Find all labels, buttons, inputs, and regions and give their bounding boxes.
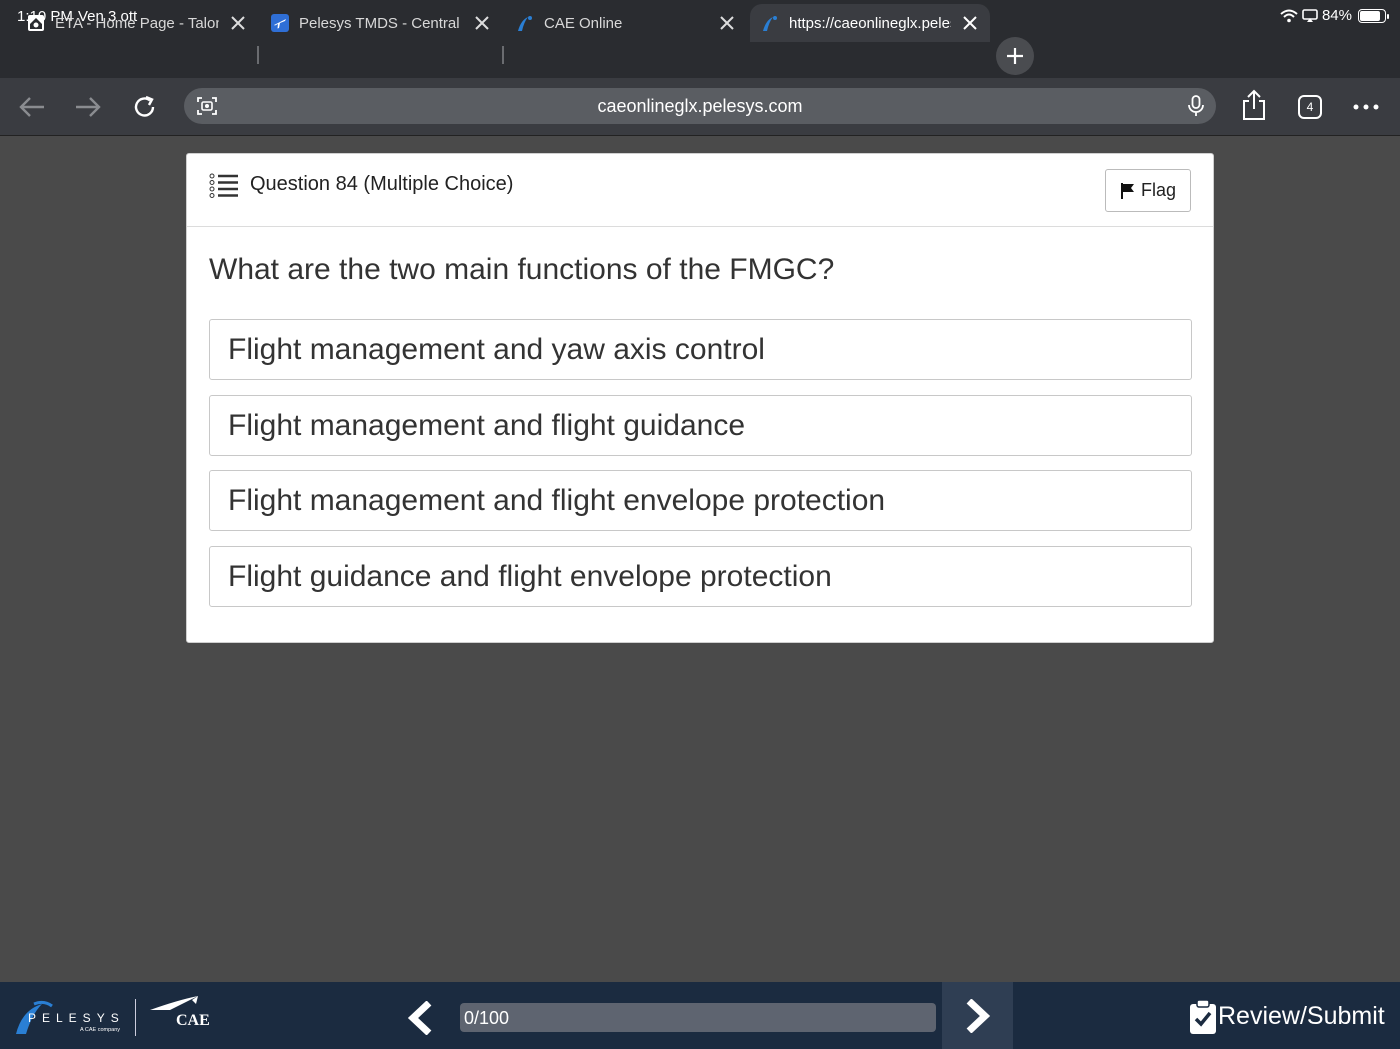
status-indicators: 84% <box>1280 7 1389 24</box>
close-tab-icon[interactable] <box>960 13 980 33</box>
wifi-icon <box>1280 9 1298 22</box>
reload-button[interactable] <box>130 92 160 122</box>
screen-mirroring-icon <box>1302 8 1318 22</box>
review-submit-label: Review/Submit <box>1218 1002 1385 1030</box>
close-tab-icon[interactable] <box>228 13 248 33</box>
browser-tab-pelesys-tmds[interactable]: Pelesys TMDS - Central <box>270 4 492 42</box>
close-tab-icon[interactable] <box>717 13 737 33</box>
browser-toolbar: caeonlineglx.pelesys.com <box>0 78 1400 136</box>
battery-percent: 84% <box>1321 7 1352 24</box>
close-tab-icon[interactable] <box>472 13 492 33</box>
flag-label: Flag <box>1140 180 1176 200</box>
more-dots-icon <box>1353 104 1379 110</box>
progress-bar: 0/100 <box>460 1003 936 1032</box>
brand-divider <box>135 999 136 1036</box>
exam-footer: PELESYS A CAE company CAE 0/100 Review/S… <box>0 982 1400 1049</box>
browser-tab-cae-online[interactable]: CAE Online <box>515 4 737 42</box>
pelesys-wordmark: PELESYS <box>28 1011 125 1025</box>
more-options-button[interactable] <box>1351 92 1381 122</box>
tab-separator <box>257 46 259 64</box>
airplane-icon <box>270 13 290 33</box>
new-tab-button[interactable] <box>996 37 1034 75</box>
flag-icon <box>1120 182 1134 199</box>
address-bar[interactable]: caeonlineglx.pelesys.com <box>184 88 1216 124</box>
question-number-title: Question 84 (Multiple Choice) <box>250 173 514 195</box>
arrow-right-icon <box>76 97 101 117</box>
house-icon <box>26 13 46 33</box>
pelesys-swoosh-icon <box>760 13 780 33</box>
tab-title: CAE Online <box>544 14 623 32</box>
tab-title: ETA - Home Page - Talon <box>55 14 219 32</box>
question-card: Question 84 (Multiple Choice) Flag What … <box>186 153 1214 643</box>
answer-option-4[interactable]: Flight guidance and flight envelope prot… <box>209 546 1192 607</box>
previous-question-button[interactable] <box>405 1000 435 1040</box>
cae-logo: CAE <box>148 996 212 1035</box>
answer-option-1[interactable]: Flight management and yaw axis control <box>209 319 1192 380</box>
progress-text: 0/100 <box>464 1008 510 1028</box>
tab-overview-button[interactable]: 4 <box>1298 95 1322 119</box>
question-list-icon[interactable] <box>209 173 239 204</box>
pelesys-swoosh-icon <box>515 13 535 33</box>
arrow-left-icon <box>19 97 44 117</box>
answer-option-2[interactable]: Flight management and flight guidance <box>209 395 1192 456</box>
forward-button[interactable] <box>73 92 103 122</box>
back-button[interactable] <box>17 92 47 122</box>
battery-icon <box>1358 8 1389 23</box>
pelesys-tagline: A CAE company <box>80 1027 120 1033</box>
microphone-icon[interactable] <box>1186 94 1206 123</box>
cae-wordmark: CAE <box>176 1012 210 1029</box>
clipboard-check-icon <box>1188 999 1218 1040</box>
answer-option-3[interactable]: Flight management and flight envelope pr… <box>209 470 1192 531</box>
tab-title: Pelesys TMDS - Central <box>299 14 460 32</box>
pelesys-logo: PELESYS A CAE company <box>14 998 126 1041</box>
reload-icon <box>134 95 155 117</box>
tab-separator <box>502 46 504 64</box>
url-text: caeonlineglx.pelesys.com <box>597 96 803 116</box>
browser-tab-eta[interactable]: ETA - Home Page - Talon <box>26 4 248 42</box>
plus-icon <box>1007 48 1023 64</box>
share-button[interactable] <box>1239 89 1269 120</box>
chevron-left-icon <box>407 1000 432 1036</box>
question-header: Question 84 (Multiple Choice) Flag <box>187 154 1213 227</box>
flag-button[interactable]: Flag <box>1105 169 1191 212</box>
review-submit-button[interactable]: Review/Submit <box>1170 982 1400 1049</box>
browser-tab-active[interactable]: https://caeonlineglx.pelesys.com <box>750 4 990 42</box>
tab-title: https://caeonlineglx.pelesys.com <box>789 14 951 32</box>
chevron-right-icon <box>966 998 990 1033</box>
next-question-button[interactable] <box>942 982 1013 1049</box>
question-text: What are the two main functions of the F… <box>209 253 835 286</box>
share-icon <box>1243 89 1265 120</box>
